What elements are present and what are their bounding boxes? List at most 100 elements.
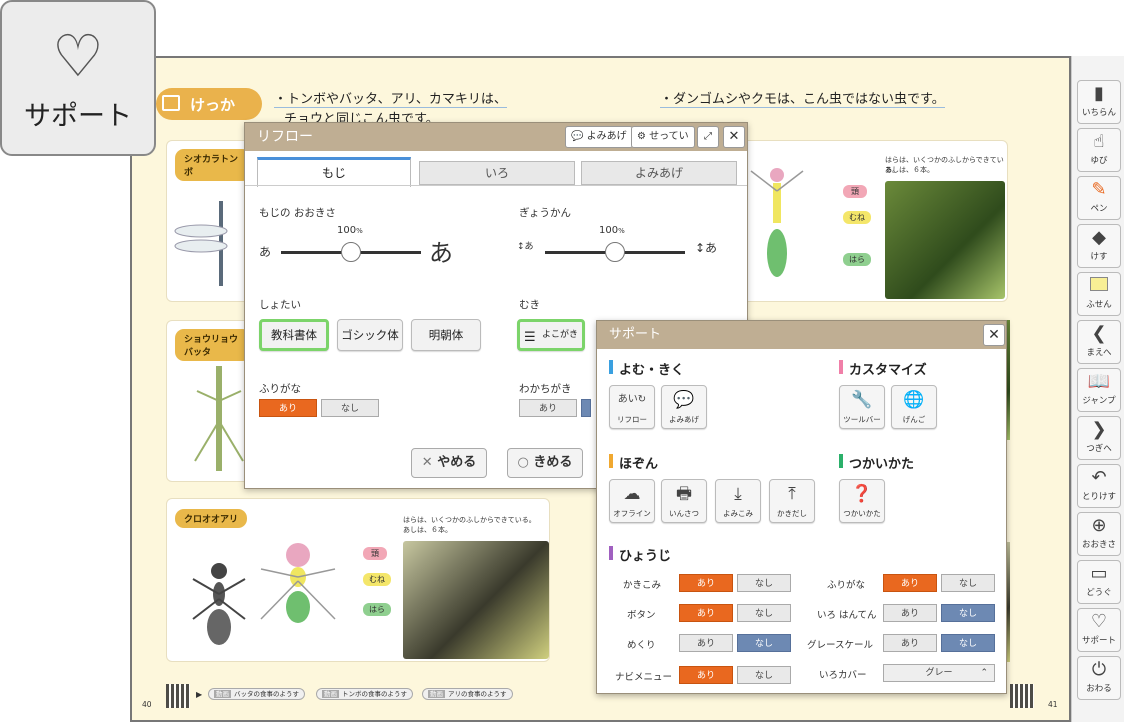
tab-yomiage[interactable]: よみあげ <box>581 161 737 185</box>
howto-button[interactable]: ❓ つかいかた <box>839 479 885 523</box>
video-button-tonbo[interactable]: 動画 トンボの食事のようす <box>316 688 413 700</box>
finger-label: ゆび <box>1090 156 1108 166</box>
read-aloud-button[interactable]: 💬 よみあげ <box>565 126 633 148</box>
horizontal-lines-icon: ☰ <box>524 330 536 345</box>
eraser-button[interactable]: ◆ けす <box>1077 224 1121 268</box>
navi-menu-off[interactable]: なし <box>737 666 791 684</box>
cancel-button[interactable]: ✕ やめる <box>411 448 487 478</box>
line-gap-value: 100% <box>599 225 625 236</box>
reflow-label: リフロー <box>617 415 647 424</box>
typeface-kyokasho-button[interactable]: 教科書体 <box>259 319 329 351</box>
furigana-on[interactable]: あり <box>883 574 937 592</box>
grasshopper-card: ショウリョウバッタ <box>166 320 252 482</box>
next-label: つぎへ <box>1086 444 1112 454</box>
card-tag: クロオオアリ <box>175 509 248 528</box>
color-cover-select[interactable]: グレー ⌃ <box>883 664 995 682</box>
wakachi-off-toggle[interactable] <box>581 399 591 417</box>
video-button-ari[interactable]: 動画 アリの食事のようす <box>422 688 513 700</box>
mantis-diagram <box>750 168 804 277</box>
support-main-button[interactable]: ♡ サポート <box>0 0 156 156</box>
print-button[interactable]: 🖶 いんさつ <box>661 479 707 523</box>
yomiage-button[interactable]: 💬 よみあげ <box>661 385 707 429</box>
section-save-label: ほぞん <box>619 457 659 472</box>
tools-button[interactable]: ▭ どうぐ <box>1077 560 1121 604</box>
section-customize: カスタマイズ <box>839 359 927 378</box>
video-button-batta[interactable]: 動画 バッタの食事のようす <box>208 688 305 700</box>
button-on[interactable]: あり <box>679 604 733 622</box>
direction-horizontal-button[interactable]: ☰ よこがき <box>517 319 585 351</box>
list-button[interactable]: ▮ いちらん <box>1077 80 1121 124</box>
kakikomi-on[interactable]: あり <box>679 574 733 592</box>
font-size-slider-knob[interactable] <box>341 242 361 262</box>
x-icon: ✕ <box>421 455 433 470</box>
support-label: サポート <box>1081 636 1116 646</box>
wakachi-on-toggle[interactable]: あり <box>519 399 577 417</box>
section-bar <box>609 454 613 468</box>
tab-iro[interactable]: いろ <box>419 161 575 185</box>
jump-button[interactable]: 📖 ジャンプ <box>1077 368 1121 412</box>
toolbar-settings-button[interactable]: 🔧 ツールバー <box>839 385 885 429</box>
list-label: いちらん <box>1081 108 1116 118</box>
finger-button[interactable]: ☝ ゆび <box>1077 128 1121 172</box>
fullscreen-button[interactable]: ⤢ <box>697 126 719 148</box>
grayscale-off[interactable]: なし <box>941 634 995 652</box>
prev-button[interactable]: ❮ まえへ <box>1077 320 1121 364</box>
reflow-button[interactable]: あい↻ リフロー <box>609 385 655 429</box>
ant-diagram <box>260 543 336 623</box>
sticky-note-icon <box>1078 273 1120 299</box>
row-label-mekuri: めくり <box>627 640 656 651</box>
jump-icon: 📖 <box>1087 371 1111 392</box>
help-icon: ❓ <box>851 484 873 504</box>
globe-icon: 🌐 <box>903 390 925 410</box>
font-size-unit: % <box>356 227 363 235</box>
color-invert-on[interactable]: あり <box>883 604 937 622</box>
support-title: サポート <box>597 321 1006 349</box>
expand-icon: ⤢ <box>704 131 712 142</box>
kakikomi-off[interactable]: なし <box>737 574 791 592</box>
ok-button[interactable]: ○ きめる <box>507 448 583 478</box>
thorax-label: むね <box>363 573 391 586</box>
import-button[interactable]: ⤓ よみこみ <box>715 479 761 523</box>
undo-button[interactable]: ↶ とりけす <box>1077 464 1121 508</box>
typeface-gothic-button[interactable]: ゴシック体 <box>337 319 403 351</box>
quit-button[interactable]: ⏻ おわる <box>1077 656 1121 700</box>
next-button[interactable]: ❯ つぎへ <box>1077 416 1121 460</box>
typeface-label: しょたい <box>259 299 301 311</box>
furigana-on-toggle[interactable]: あり <box>259 399 317 417</box>
furigana-off[interactable]: なし <box>941 574 995 592</box>
pen-label: ペン <box>1090 204 1108 214</box>
small-a: あ <box>259 245 272 259</box>
circle-icon: ○ <box>517 455 529 470</box>
undo-icon: ↶ <box>1091 467 1107 488</box>
typeface-mincho-button[interactable]: 明朝体 <box>411 319 481 351</box>
export-button[interactable]: ⤒ かきだし <box>769 479 815 523</box>
button-off[interactable]: なし <box>737 604 791 622</box>
mantis-card: 頭 むね はら はらは、いくつかのふしからできている。 あしは、６本。 <box>736 140 1008 302</box>
navi-menu-on[interactable]: あり <box>679 666 733 684</box>
line-gap-slider-knob[interactable] <box>605 242 625 262</box>
support-toolbar-button[interactable]: ♡ サポート <box>1077 608 1121 652</box>
sticky-note-button[interactable]: ふせん <box>1077 272 1121 316</box>
ant-card: クロオオアリ 頭 むね はら はらは、いくつかのふしからできている。 あしは、６… <box>166 498 550 662</box>
section-read-listen: よむ・きく <box>609 359 684 378</box>
kekka-label: けっか <box>190 96 236 114</box>
grayscale-on[interactable]: あり <box>883 634 937 652</box>
support-close-button[interactable]: ✕ <box>983 324 1005 346</box>
close-button[interactable]: ✕ <box>723 126 745 148</box>
settings-button[interactable]: ⚙ せってい <box>631 126 695 148</box>
tab-moji[interactable]: もじ <box>257 157 411 187</box>
color-invert-off[interactable]: なし <box>941 604 995 622</box>
section-bar <box>609 360 613 374</box>
offline-button[interactable]: ☁ オフライン <box>609 479 655 523</box>
grasshopper-illustration <box>194 366 244 471</box>
pen-button[interactable]: ✎ ペン <box>1077 176 1121 220</box>
zoom-button[interactable]: ⊕ おおきさ <box>1077 512 1121 556</box>
mekuri-on[interactable]: あり <box>679 634 733 652</box>
heart-icon: ♡ <box>1090 611 1108 632</box>
row-label-color-invert: いろ はんてん <box>817 610 877 621</box>
line-gap-narrow-icon: ↕あ <box>517 242 534 252</box>
ant-note-2: あしは、６本。 <box>403 526 452 534</box>
furigana-off-toggle[interactable]: なし <box>321 399 379 417</box>
language-button[interactable]: 🌐 げんご <box>891 385 937 429</box>
mekuri-off[interactable]: なし <box>737 634 791 652</box>
